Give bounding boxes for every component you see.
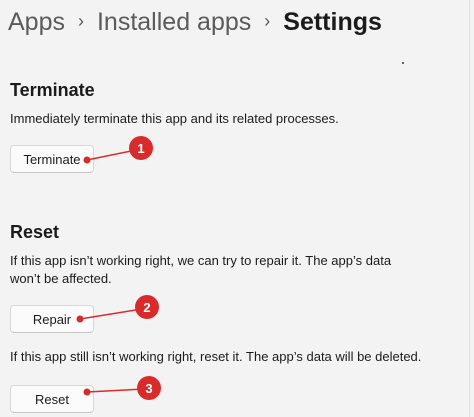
- chevron-right-icon: ›: [77, 10, 84, 31]
- terminate-description: Immediately terminate this app and its r…: [10, 111, 339, 126]
- annotation-number-2: 2: [143, 300, 150, 315]
- terminate-section-title: Terminate: [10, 80, 95, 100]
- breadcrumb-apps[interactable]: Apps: [8, 8, 65, 37]
- terminate-button[interactable]: Terminate: [10, 145, 94, 173]
- chevron-right-icon: ›: [264, 10, 271, 31]
- annotation-number-1: 1: [137, 141, 144, 156]
- reset-section-title: Reset: [10, 222, 60, 242]
- repair-description: If this app isn’t working right, we can …: [10, 252, 391, 288]
- repair-description-line1: If this app isn’t working right, we can …: [10, 253, 392, 268]
- reset-description: If this app still isn’t working right, r…: [10, 349, 422, 364]
- repair-description-line2: won’t be affected.: [10, 271, 112, 286]
- breadcrumb: Apps › Installed apps › Settings: [8, 2, 382, 42]
- scrollbar-track: [469, 0, 470, 417]
- annotation-number-3: 3: [145, 381, 152, 396]
- reset-button[interactable]: Reset: [10, 385, 94, 413]
- breadcrumb-installed-apps[interactable]: Installed apps: [97, 8, 251, 37]
- page-title: Settings: [283, 7, 382, 36]
- annotation-marker-3: 3: [83, 376, 161, 400]
- scrollbar-thumb[interactable]: [402, 62, 404, 64]
- repair-button[interactable]: Repair: [10, 305, 94, 333]
